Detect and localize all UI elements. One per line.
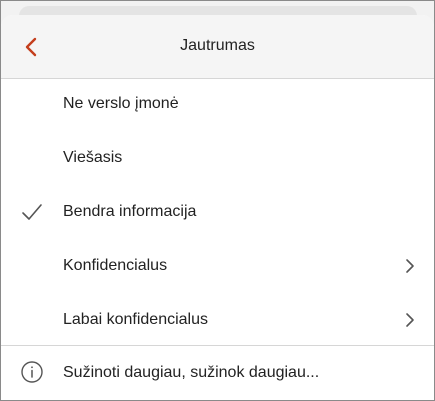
menu-item-highly-confidential[interactable]: Labai konfidencialus	[1, 295, 434, 349]
menu-item-non-business[interactable]: Ne verslo įmonė	[1, 79, 434, 133]
menu-item-label: Bendra informacija	[63, 203, 197, 220]
checkmark-icon	[22, 204, 42, 220]
menu-item-public[interactable]: Viešasis	[1, 133, 434, 187]
menu-item-general[interactable]: Bendra informacija	[1, 187, 434, 241]
chevron-right-icon	[406, 313, 414, 327]
sensitivity-menu: Ne verslo įmonė Viešasis Bendra informac…	[1, 79, 434, 349]
menu-item-confidential[interactable]: Konfidencialus	[1, 241, 434, 295]
sensitivity-panel: Jautrumas Ne verslo įmonė Viešasis Bendr…	[1, 15, 434, 400]
panel-header: Jautrumas	[1, 15, 434, 79]
menu-item-label: Labai konfidencialus	[63, 311, 208, 328]
page-title: Jautrumas	[180, 37, 255, 54]
menu-item-label: Konfidencialus	[63, 257, 168, 274]
app-frame: Jautrumas Ne verslo įmonė Viešasis Bendr…	[0, 0, 435, 401]
chevron-right-icon	[406, 259, 414, 273]
learn-more-link[interactable]: Sužinoti daugiau, sužinok daugiau...	[1, 346, 434, 400]
learn-more-label: Sužinoti daugiau, sužinok daugiau...	[63, 364, 320, 381]
menu-item-label: Viešasis	[63, 149, 123, 166]
info-icon	[21, 361, 43, 383]
menu-item-label: Ne verslo įmonė	[63, 95, 179, 112]
